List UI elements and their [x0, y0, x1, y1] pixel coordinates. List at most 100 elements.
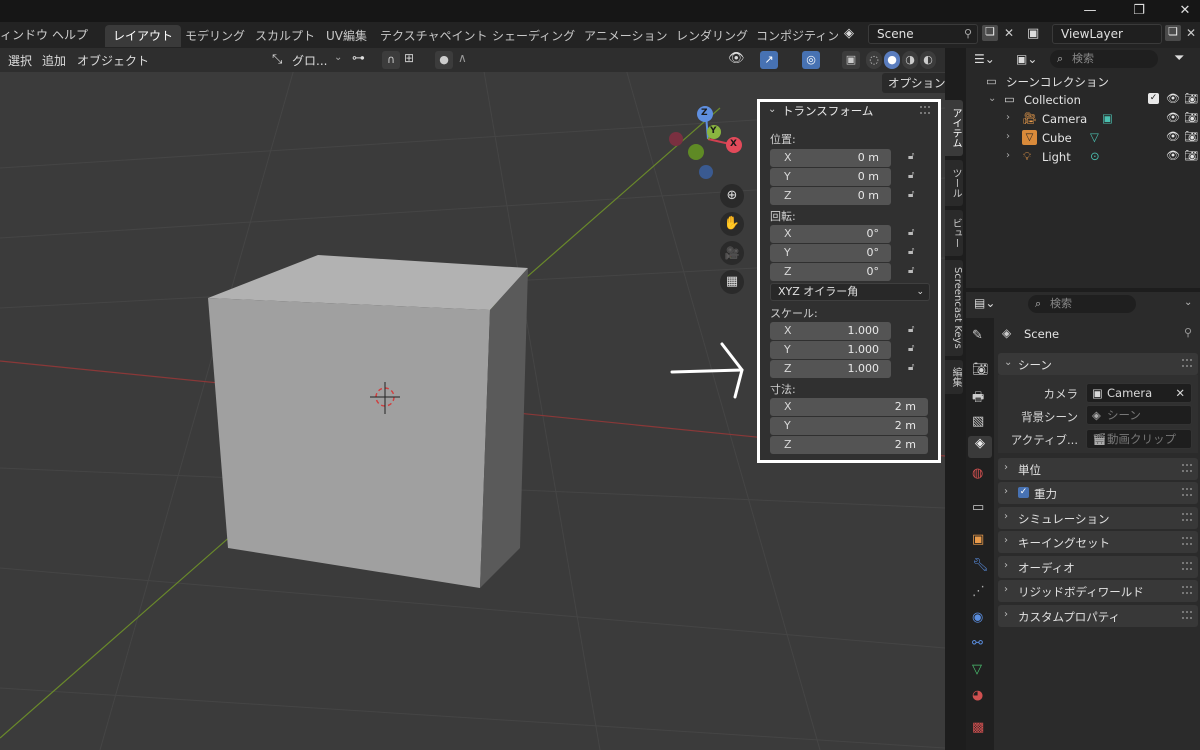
tab-tool[interactable]: ツール [945, 160, 963, 206]
lock-icon[interactable]: 🔓︎ [908, 324, 920, 335]
units-section-header[interactable]: › 単位 [998, 458, 1198, 480]
outliner-item-light[interactable]: › 💡︎ Light ⊙ 👁 📷︎ [966, 148, 1200, 167]
tab-item[interactable]: アイテム [945, 100, 963, 156]
view-layer-icon[interactable]: ▧ [972, 414, 984, 429]
mesh-data-icon[interactable]: ▽ [1090, 130, 1099, 144]
simulation-section-header[interactable]: › シミュレーション [998, 507, 1198, 529]
minimize-icon[interactable]: — [1075, 2, 1105, 20]
pin-icon[interactable]: ⚲ [1184, 326, 1192, 339]
lock-icon[interactable]: 🔓︎ [908, 151, 920, 162]
tab-sculpt[interactable]: スカルプト [247, 25, 323, 47]
object-icon[interactable]: ▣ [972, 532, 984, 547]
tab-view[interactable]: ビュー [945, 210, 963, 256]
rotation-y-field[interactable]: Y 0° [770, 244, 891, 262]
snap-target-icon[interactable]: ⊞ [404, 51, 414, 65]
outliner-search-input[interactable]: ⌕ 検索 [1050, 50, 1158, 68]
drag-grip-icon[interactable] [1182, 359, 1192, 367]
viewlayer-icon[interactable]: ▣ [1027, 26, 1039, 41]
modifier-wrench-icon[interactable]: 🔧︎ [972, 558, 989, 573]
drag-grip-icon[interactable] [1182, 488, 1192, 496]
constraints-icon[interactable]: ⚯ [972, 636, 983, 651]
texture-icon[interactable]: ▩ [972, 720, 984, 735]
render-camera-icon[interactable]: 📷︎ [1184, 111, 1198, 124]
scene-selector[interactable]: Scene [868, 24, 978, 44]
chevron-down-icon[interactable]: ⌄ [988, 93, 996, 104]
rigid-body-world-section-header[interactable]: › リジッドボディワールド [998, 580, 1198, 602]
zoom-icon[interactable]: ⊕ [720, 184, 744, 208]
chevron-right-icon[interactable]: › [1006, 112, 1010, 123]
tab-edit[interactable]: 編集 [945, 360, 963, 394]
render-camera-icon[interactable]: 📷︎ [1184, 130, 1198, 143]
drag-grip-icon[interactable] [1182, 513, 1192, 521]
location-x-field[interactable]: X 0 m [770, 149, 891, 167]
tab-modeling[interactable]: モデリング [177, 25, 253, 47]
scene-icon[interactable]: ◈ [844, 26, 864, 44]
lock-icon[interactable]: 🔓︎ [908, 246, 920, 257]
rotation-z-field[interactable]: Z 0° [770, 263, 891, 281]
tab-rendering[interactable]: レンダリング [668, 25, 756, 47]
location-y-field[interactable]: Y 0 m [770, 168, 891, 186]
tool-icon[interactable]: ✎ [972, 328, 983, 343]
editor-type-icon[interactable]: ▤⌄ [974, 296, 995, 310]
maximize-icon[interactable]: ❐ [1124, 2, 1154, 20]
lock-icon[interactable]: 🔓︎ [908, 265, 920, 276]
menu-select[interactable]: 選択 [8, 52, 32, 69]
drag-grip-icon[interactable] [1182, 562, 1192, 570]
scene-section-header[interactable]: ⌄ シーン [998, 353, 1198, 375]
physics-icon[interactable]: ◉ [972, 610, 983, 625]
chevron-down-icon[interactable]: ⌄ [768, 104, 776, 115]
options-dropdown[interactable]: オプション⌄ [882, 73, 945, 110]
drag-grip-icon[interactable] [920, 106, 930, 114]
scene-collection-row[interactable]: ▭ シーンコレクション [966, 72, 1200, 91]
camera-data-icon[interactable]: ▣ [1102, 111, 1113, 125]
menu-help[interactable]: ヘルプ [52, 26, 88, 43]
remove-viewlayer-icon[interactable]: ✕ [1186, 26, 1196, 40]
dimensions-z-field[interactable]: Z 2 m [770, 436, 928, 454]
menu-window[interactable]: ィンドウ [0, 26, 48, 43]
drag-grip-icon[interactable] [1182, 611, 1192, 619]
rotation-mode-select[interactable]: XYZ オイラー角 ⌄ [770, 283, 930, 301]
chevron-right-icon[interactable]: › [1006, 150, 1010, 161]
chevron-down-icon[interactable]: ⌄ [334, 52, 342, 63]
new-scene-icon[interactable]: ❏ [982, 25, 998, 41]
active-clip-field[interactable]: 🎬︎ 動画クリップ [1086, 429, 1192, 449]
tab-screencast-keys[interactable]: Screencast Keys [945, 260, 963, 356]
eye-icon[interactable]: 👁 [1166, 149, 1180, 162]
custom-properties-section-header[interactable]: › カスタムプロパティ [998, 605, 1198, 627]
light-data-icon[interactable]: ⊙ [1090, 149, 1100, 163]
tab-shading[interactable]: シェーディング [484, 25, 583, 47]
gizmo-toggle-icon[interactable]: ↗ [760, 51, 778, 69]
scale-y-field[interactable]: Y 1.000 [770, 341, 891, 359]
drag-grip-icon[interactable] [1182, 464, 1192, 472]
menu-object[interactable]: オブジェクト [77, 52, 149, 69]
scene-tab-icon[interactable]: ◈ [968, 436, 992, 458]
lock-icon[interactable]: 🔓︎ [908, 362, 920, 373]
perspective-grid-icon[interactable]: ▦ [720, 270, 744, 294]
outliner-item-cube[interactable]: › ▽ Cube ▽ 👁 📷︎ [966, 129, 1200, 148]
filter-view-icon[interactable]: ▣⌄ [1016, 52, 1037, 66]
shading-material-icon[interactable]: ◑ [902, 51, 918, 69]
collection-icon[interactable]: ▭ [972, 500, 984, 515]
tab-layout[interactable]: レイアウト [105, 25, 182, 47]
proportional-edit-icon[interactable]: ● [435, 51, 453, 69]
render-camera-icon[interactable]: 📷︎ [1184, 92, 1198, 105]
material-icon[interactable]: ◕ [972, 688, 983, 703]
gravity-checkbox-icon[interactable]: ✓ [1018, 487, 1029, 498]
lock-icon[interactable]: 🔓︎ [908, 170, 920, 181]
tab-uv-editing[interactable]: UV編集 [318, 25, 375, 47]
falloff-icon[interactable]: ∧ [458, 51, 467, 65]
tab-animation[interactable]: アニメーション [576, 25, 676, 47]
eye-icon[interactable]: 👁 [1166, 111, 1180, 124]
particles-icon[interactable]: ⋰ [972, 584, 985, 599]
collection-row[interactable]: ⌄ ▭ Collection ✓ 👁 📷︎ [966, 91, 1200, 110]
close-icon[interactable]: ✕ [1170, 2, 1200, 20]
lock-icon[interactable]: 🔓︎ [908, 227, 920, 238]
clear-icon[interactable]: ✕ [1175, 384, 1185, 402]
render-icon[interactable]: 📷︎ [972, 362, 989, 377]
world-icon[interactable]: ◍ [972, 466, 983, 481]
overlays-toggle-icon[interactable]: ◎ [802, 51, 820, 69]
lock-icon[interactable]: 🔓︎ [908, 343, 920, 354]
audio-section-header[interactable]: › オーディオ [998, 556, 1198, 578]
eye-icon[interactable]: 👁 [1166, 130, 1180, 143]
camera-view-icon[interactable]: 🎥 [720, 241, 744, 265]
